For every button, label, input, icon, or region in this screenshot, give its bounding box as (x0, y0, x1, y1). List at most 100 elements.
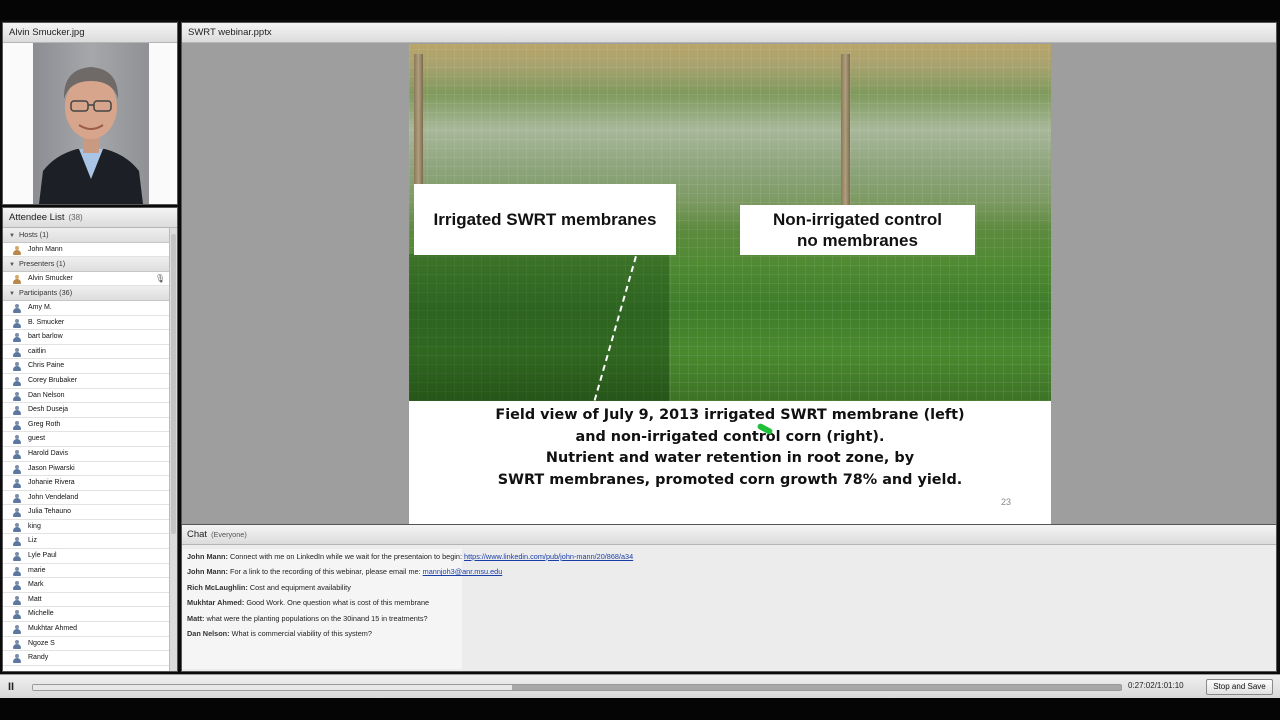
attendee-name: Desh Duseja (28, 406, 69, 414)
chat-link[interactable]: https://www.linkedin.com/pub/john-mann/2… (464, 552, 633, 561)
chat-pod-title: Chat (Everyone) (182, 525, 1276, 545)
attendee-name: Jason Piwarski (28, 464, 75, 472)
attendee-row[interactable]: Ngoze S (3, 636, 169, 652)
participant-icon (13, 420, 21, 430)
attendee-name: king (28, 522, 41, 530)
attendee-name: Greg Roth (28, 420, 61, 428)
attendee-name: Julia Tehauno (28, 508, 72, 516)
chat-sender: Rich McLaughlin: (187, 582, 248, 592)
attendee-row[interactable]: guest (3, 432, 169, 447)
attendee-row[interactable]: Liz (3, 534, 169, 550)
collapse-triangle-icon[interactable]: ▼ (9, 258, 19, 273)
participant-icon (13, 406, 21, 416)
group-hosts-label: Hosts (1) (19, 230, 49, 239)
chat-title-label: Chat (187, 529, 208, 540)
chat-text: Cost and equipment availability (249, 582, 351, 592)
attendee-row[interactable]: king (3, 519, 169, 535)
group-hosts[interactable]: ▼ Hosts (1) (3, 228, 169, 243)
participant-icon (13, 347, 21, 357)
attendee-name: B. Smucker (28, 318, 65, 326)
share-pod-title: SWRT webinar.pptx (182, 23, 1276, 43)
participant-icon (13, 464, 21, 474)
participant-icon (13, 479, 21, 489)
participant-icon (13, 625, 21, 635)
attendee-row[interactable]: Harold Davis (3, 446, 169, 462)
participant-icon (13, 391, 21, 401)
attendee-scrollbar[interactable] (169, 228, 177, 671)
attendee-name: caitlin (28, 347, 46, 355)
chat-message: Rich McLaughlin: Cost and equipment avai… (187, 583, 351, 592)
attendee-name: Dan Nelson (28, 391, 65, 399)
host-icon (13, 245, 21, 255)
attendee-row[interactable]: John Vendeland (3, 490, 169, 506)
caption-line: Field view of July 9, 2013 irrigated SWR… (495, 407, 965, 423)
presenter-video (3, 43, 177, 204)
slide-label-left: Irrigated SWRT membranes (414, 184, 676, 255)
attendee-row[interactable]: Johanie Rivera (3, 476, 169, 491)
attendee-row[interactable]: Lyle Paul (3, 549, 169, 564)
attendee-row[interactable]: Amy M. (3, 300, 169, 316)
chat-sender: John Mann: (187, 552, 228, 561)
attendee-row[interactable]: Jason Piwarski (3, 461, 169, 477)
attendee-row[interactable]: Desh Duseja (3, 403, 169, 418)
chat-message: John Mann: For a link to the recording o… (187, 567, 502, 576)
group-presenters[interactable]: ▼ Presenters (1) (3, 257, 169, 272)
attendee-row[interactable]: Julia Tehauno (3, 505, 169, 520)
group-participants-label: Participants (36) (19, 288, 73, 298)
attendee-row[interactable]: Alvin Smucker 🎙 (3, 271, 169, 287)
attendee-name: Harold Davis (28, 449, 69, 457)
attendee-row[interactable]: Randy (3, 651, 169, 666)
group-presenters-label: Presenters (1) (19, 259, 66, 269)
scrollbar-thumb[interactable] (171, 234, 176, 534)
collapse-triangle-icon[interactable]: ▼ (9, 229, 19, 244)
playback-bar: II 0:27:02/1:01:10 Stop and Save (0, 674, 1280, 698)
chat-message: Mukhtar Ahmed: Good Work. One question w… (187, 598, 429, 607)
slide-label-right: Non-irrigated control no membranes (740, 205, 975, 255)
attendee-row[interactable]: John Mann (3, 242, 169, 258)
attendee-row[interactable]: bart barlow (3, 330, 169, 345)
participant-icon (13, 333, 21, 343)
attendee-name: Mark (28, 581, 44, 589)
stop-and-save-button[interactable]: Stop and Save (1206, 679, 1273, 695)
playback-scrubber[interactable] (32, 684, 1122, 691)
chat-text: For a link to the recording of this webi… (229, 567, 421, 577)
attendee-name: marie (28, 566, 46, 574)
attendee-row[interactable]: Greg Roth (3, 417, 169, 433)
attendee-row[interactable]: Corey Brubaker (3, 373, 169, 389)
attendee-row[interactable]: caitlin (3, 344, 169, 360)
attendee-row[interactable]: Michelle (3, 607, 169, 623)
slide-caption: Field view of July 9, 2013 irrigated SWR… (409, 405, 1051, 491)
attendee-name: Ngoze S (28, 639, 55, 647)
chat-text: What is commercial viability of this sys… (231, 629, 372, 638)
attendee-row[interactable]: Mark (3, 578, 169, 593)
bottom-black-bar (0, 698, 1280, 720)
attendee-name: bart barlow (28, 333, 63, 341)
collapse-triangle-icon[interactable]: ▼ (9, 287, 19, 302)
attendee-row[interactable]: Chris Paine (3, 359, 169, 374)
playback-time: 0:27:02/1:01:10 (1128, 681, 1184, 690)
group-participants[interactable]: ▼ Participants (36) (3, 286, 169, 301)
chat-sender: John Mann: (187, 567, 228, 577)
participant-icon (13, 581, 21, 591)
attendee-row[interactable]: Matt (3, 592, 169, 608)
attendee-row[interactable]: Dan Nelson (3, 388, 169, 404)
chat-text: what were the planting populations on th… (206, 613, 428, 623)
attendee-count: (38) (68, 213, 83, 222)
participant-icon (13, 493, 21, 503)
playback-progress (33, 685, 512, 690)
attendee-list-pod: Attendee List (38) ▼ Hosts (1) John Mann ▼… (2, 207, 178, 672)
attendee-list: ▼ Hosts (1) John Mann ▼ Presenters (1) Alv… (3, 228, 169, 671)
participant-icon (13, 449, 21, 459)
top-black-bar (0, 0, 1280, 20)
attendee-row[interactable]: Mukhtar Ahmed (3, 622, 169, 637)
pause-icon[interactable]: II (8, 680, 20, 694)
attendee-row[interactable]: B. Smucker (3, 315, 169, 331)
attendee-row[interactable]: marie (3, 563, 169, 579)
participant-icon (13, 639, 21, 649)
chat-link[interactable]: mannjoh3@anr.msu.edu (423, 567, 503, 576)
participant-icon (13, 376, 21, 386)
slide-page-number: 23 (1001, 497, 1012, 507)
fence-post (841, 54, 850, 209)
chat-pod: Chat (Everyone) John Mann: Connect with m… (181, 524, 1277, 672)
participant-icon (13, 318, 21, 328)
